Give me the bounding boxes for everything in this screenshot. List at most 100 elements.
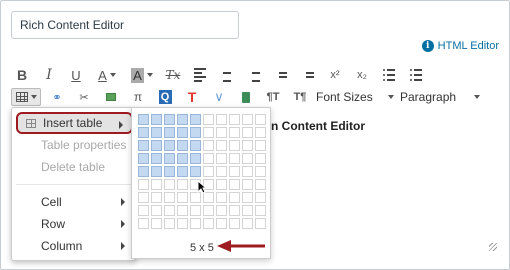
grid-cell[interactable] [229,127,240,138]
paragraph-select[interactable]: Paragraph [400,88,482,106]
grid-cell[interactable] [242,218,253,229]
grid-cell[interactable] [216,179,227,190]
grid-cell[interactable] [229,153,240,164]
grid-cell[interactable] [255,114,266,125]
bullet-list-button[interactable] [378,65,400,85]
grid-cell[interactable] [138,166,149,177]
grid-cell[interactable] [164,114,175,125]
table-button[interactable] [11,88,41,106]
grid-cell[interactable] [190,166,201,177]
title-input[interactable]: Rich Content Editor [11,11,239,39]
grid-cell[interactable] [216,192,227,203]
grid-cell[interactable] [242,166,253,177]
font-sizes-select[interactable]: Font Sizes [316,88,396,106]
grid-cell[interactable] [190,114,201,125]
grid-cell[interactable] [164,218,175,229]
grid-cell[interactable] [229,166,240,177]
grid-cell[interactable] [138,153,149,164]
grid-cell[interactable] [151,166,162,177]
grid-cell[interactable] [216,127,227,138]
grid-cell[interactable] [177,166,188,177]
grid-cell[interactable] [177,127,188,138]
grid-cell[interactable] [190,140,201,151]
grid-cell[interactable] [164,166,175,177]
grid-cell[interactable] [242,192,253,203]
grid-cell[interactable] [151,153,162,164]
grid-cell[interactable] [151,127,162,138]
grid-cell[interactable] [138,114,149,125]
background-color-button[interactable]: A [127,65,157,85]
grid-cell[interactable] [203,205,214,216]
grid-cell[interactable] [229,218,240,229]
grid-cell[interactable] [164,192,175,203]
grid-cell[interactable] [229,114,240,125]
grid-cell[interactable] [164,153,175,164]
grid-cell[interactable] [138,179,149,190]
unlink-button[interactable]: ✂ [73,87,95,107]
grid-cell[interactable] [177,205,188,216]
superscript-button[interactable]: x² [324,65,346,85]
grid-cell[interactable] [229,179,240,190]
grid-cell[interactable] [216,218,227,229]
quiz-button[interactable]: Q [154,87,176,107]
grid-cell[interactable] [203,140,214,151]
grid-cell[interactable] [255,140,266,151]
numbered-list-button[interactable] [405,65,427,85]
grid-cell[interactable] [190,127,201,138]
grid-cell[interactable] [203,218,214,229]
grid-cell[interactable] [177,153,188,164]
menu-item-row[interactable]: Row [16,213,133,235]
grid-cell[interactable] [138,192,149,203]
link-button[interactable]: ⚭ [46,87,68,107]
grid-cell[interactable] [216,140,227,151]
grid-cell[interactable] [242,127,253,138]
clear-formatting-button[interactable]: Tx [162,65,184,85]
indent-button[interactable] [270,65,292,85]
grid-cell[interactable] [177,192,188,203]
grid-cell[interactable] [151,179,162,190]
grid-cell[interactable] [151,192,162,203]
rtl-button[interactable]: T¶ [289,87,311,107]
align-left-button[interactable] [189,65,211,85]
grid-cell[interactable] [177,114,188,125]
resize-handle-icon[interactable] [489,243,497,251]
grid-cell[interactable] [216,166,227,177]
grid-cell[interactable] [177,218,188,229]
text-color-button[interactable]: A [92,65,122,85]
grid-cell[interactable] [216,114,227,125]
grid-cell[interactable] [138,140,149,151]
bold-button[interactable]: B [11,65,33,85]
ltr-button[interactable]: ¶T [262,87,284,107]
grid-cell[interactable] [229,192,240,203]
grid-cell[interactable] [190,218,201,229]
menu-item-cell[interactable]: Cell [16,191,133,213]
grid-cell[interactable] [164,140,175,151]
grid-cell[interactable] [203,166,214,177]
subscript-button[interactable]: x₂ [351,65,373,85]
align-right-button[interactable] [243,65,265,85]
html-editor-link[interactable]: i HTML Editor [421,38,499,54]
grid-cell[interactable] [151,218,162,229]
menu-item-insert-table[interactable]: Insert table [16,112,133,134]
outdent-button[interactable] [297,65,319,85]
math-button[interactable]: π [127,87,149,107]
grid-cell[interactable] [164,179,175,190]
underline-button[interactable]: U [65,65,87,85]
grid-cell[interactable] [138,127,149,138]
menu-item-column[interactable]: Column [16,235,133,257]
grid-cell[interactable] [255,205,266,216]
grid-cell[interactable] [190,153,201,164]
grid-cell[interactable] [255,153,266,164]
grid-cell[interactable] [164,205,175,216]
italic-button[interactable]: I [38,65,60,85]
grid-cell[interactable] [255,192,266,203]
grid-cell[interactable] [177,140,188,151]
grid-cell[interactable] [151,205,162,216]
grid-cell[interactable] [229,205,240,216]
grid-cell[interactable] [242,153,253,164]
grid-cell[interactable] [229,140,240,151]
document-button[interactable] [235,87,257,107]
grid-cell[interactable] [177,179,188,190]
chevron-tool-button[interactable]: ∨ [208,87,230,107]
grid-cell[interactable] [203,114,214,125]
